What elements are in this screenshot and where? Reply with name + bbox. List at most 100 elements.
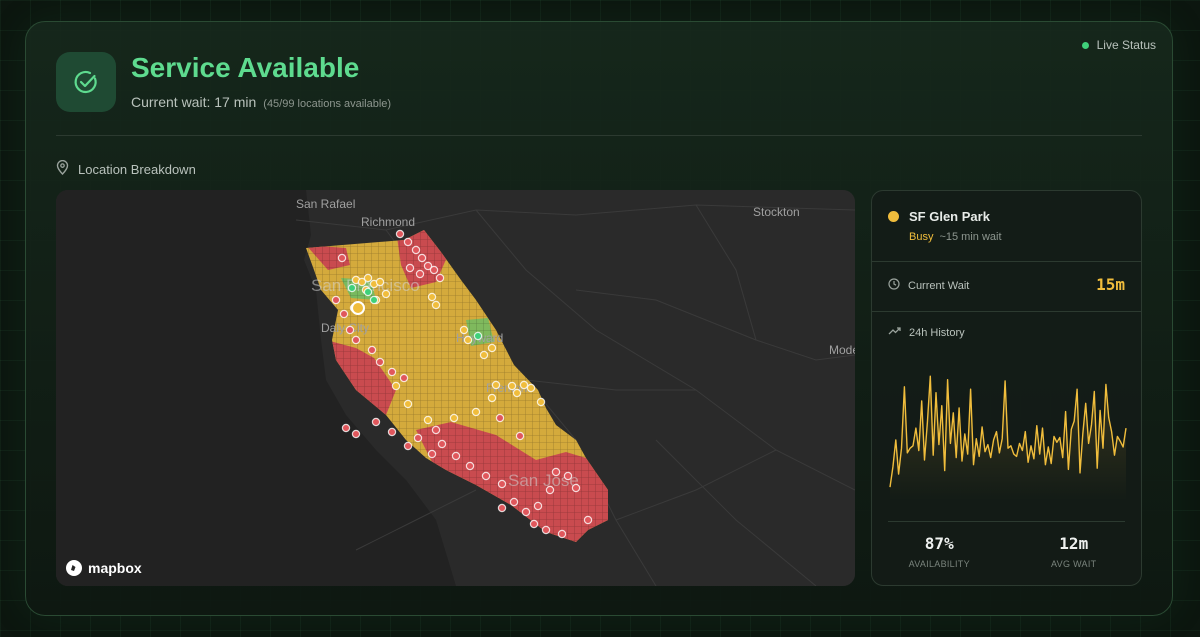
location-marker[interactable] xyxy=(536,397,546,407)
location-marker[interactable] xyxy=(347,283,357,293)
location-marker[interactable] xyxy=(341,423,351,433)
location-title: SF Glen Park xyxy=(888,209,990,224)
location-marker[interactable] xyxy=(395,229,405,239)
map-place-label: San Rafael xyxy=(296,197,355,211)
status-card: Live Status Service Available Current wa… xyxy=(25,21,1173,616)
availability-value: 87% xyxy=(924,534,954,553)
location-marker[interactable] xyxy=(509,497,519,507)
location-marker[interactable] xyxy=(371,417,381,427)
location-marker[interactable] xyxy=(369,295,379,305)
mapbox-label: mapbox xyxy=(88,560,142,576)
location-marker[interactable] xyxy=(571,483,581,493)
location-marker[interactable] xyxy=(563,471,573,481)
location-marker[interactable] xyxy=(403,399,413,409)
location-marker[interactable] xyxy=(363,287,373,297)
map-view[interactable]: San RafaelRichmondMartinezStocktonSan Fr… xyxy=(56,190,855,586)
location-marker[interactable] xyxy=(515,431,525,441)
trending-up-icon xyxy=(888,326,901,339)
location-marker[interactable] xyxy=(351,429,361,439)
location-marker[interactable] xyxy=(399,373,409,383)
location-marker[interactable] xyxy=(487,393,497,403)
locations-available-text: (45/99 locations available) xyxy=(263,98,392,110)
wait-note: ~15 min wait xyxy=(939,231,1002,243)
location-marker[interactable] xyxy=(387,427,397,437)
location-marker[interactable] xyxy=(551,467,561,477)
selected-location-marker[interactable] xyxy=(351,301,365,315)
location-marker[interactable] xyxy=(521,507,531,517)
clock-icon xyxy=(888,278,900,293)
location-marker[interactable] xyxy=(512,388,522,398)
history-chart xyxy=(886,369,1130,501)
location-marker[interactable] xyxy=(405,263,415,273)
location-marker[interactable] xyxy=(545,485,555,495)
location-marker[interactable] xyxy=(427,292,437,302)
history-row: 24h History xyxy=(888,326,965,339)
location-name: SF Glen Park xyxy=(909,209,990,224)
location-marker[interactable] xyxy=(387,367,397,377)
location-marker[interactable] xyxy=(413,433,423,443)
location-marker[interactable] xyxy=(411,245,421,255)
map-place-label: Modesto xyxy=(829,343,855,357)
location-marker[interactable] xyxy=(381,289,391,299)
location-marker[interactable] xyxy=(463,335,473,345)
mapbox-attribution[interactable]: mapbox xyxy=(65,559,142,577)
location-marker[interactable] xyxy=(337,253,347,263)
location-marker[interactable] xyxy=(459,325,469,335)
location-marker[interactable] xyxy=(557,529,567,539)
location-marker[interactable] xyxy=(437,439,447,449)
location-marker[interactable] xyxy=(427,449,437,459)
location-marker[interactable] xyxy=(491,380,501,390)
location-marker[interactable] xyxy=(465,461,475,471)
stats-row: 87% AVAILABILITY 12m AVG WAIT xyxy=(872,534,1141,569)
page-title: Service Available xyxy=(131,52,360,83)
location-marker[interactable] xyxy=(403,237,413,247)
location-marker[interactable] xyxy=(583,515,593,525)
location-marker[interactable] xyxy=(431,300,441,310)
location-marker[interactable] xyxy=(331,295,341,305)
availability-stat: 87% AVAILABILITY xyxy=(872,534,1007,569)
current-wait-label: Current Wait xyxy=(908,279,970,292)
status-dot xyxy=(888,211,899,222)
location-marker[interactable] xyxy=(541,525,551,535)
location-marker[interactable] xyxy=(367,345,377,355)
location-marker[interactable] xyxy=(345,325,355,335)
location-marker[interactable] xyxy=(519,380,529,390)
current-wait-value: 15m xyxy=(1096,275,1125,294)
avg-wait-value: 12m xyxy=(1059,534,1089,553)
avg-wait-label: AVG WAIT xyxy=(1051,559,1097,569)
location-marker[interactable] xyxy=(497,503,507,513)
location-marker[interactable] xyxy=(429,265,439,275)
location-status: Busy ~15 min wait xyxy=(909,231,1002,243)
location-marker[interactable] xyxy=(363,273,373,283)
location-marker[interactable] xyxy=(423,415,433,425)
status-label: Busy xyxy=(909,231,934,243)
map-pin-icon xyxy=(56,159,69,178)
location-marker[interactable] xyxy=(471,407,481,417)
location-marker[interactable] xyxy=(526,383,536,393)
location-marker[interactable] xyxy=(481,471,491,481)
location-marker[interactable] xyxy=(375,357,385,367)
location-marker[interactable] xyxy=(391,381,401,391)
location-marker[interactable] xyxy=(479,350,489,360)
map-place-label: Richmond xyxy=(361,215,415,229)
location-marker[interactable] xyxy=(495,413,505,423)
location-marker[interactable] xyxy=(417,253,427,263)
panel-divider xyxy=(872,311,1141,312)
location-marker[interactable] xyxy=(529,519,539,529)
location-marker[interactable] xyxy=(533,501,543,511)
location-marker[interactable] xyxy=(497,479,507,489)
location-marker[interactable] xyxy=(451,451,461,461)
location-marker[interactable] xyxy=(339,309,349,319)
location-marker[interactable] xyxy=(449,413,459,423)
availability-label: AVAILABILITY xyxy=(908,559,970,569)
location-marker[interactable] xyxy=(351,335,361,345)
location-marker[interactable] xyxy=(403,441,413,451)
location-marker[interactable] xyxy=(487,343,497,353)
location-marker[interactable] xyxy=(375,277,385,287)
location-marker[interactable] xyxy=(473,331,483,341)
location-marker[interactable] xyxy=(507,381,517,391)
location-marker[interactable] xyxy=(415,269,425,279)
check-circle-icon xyxy=(56,52,116,112)
location-marker[interactable] xyxy=(435,273,445,283)
location-marker[interactable] xyxy=(431,425,441,435)
